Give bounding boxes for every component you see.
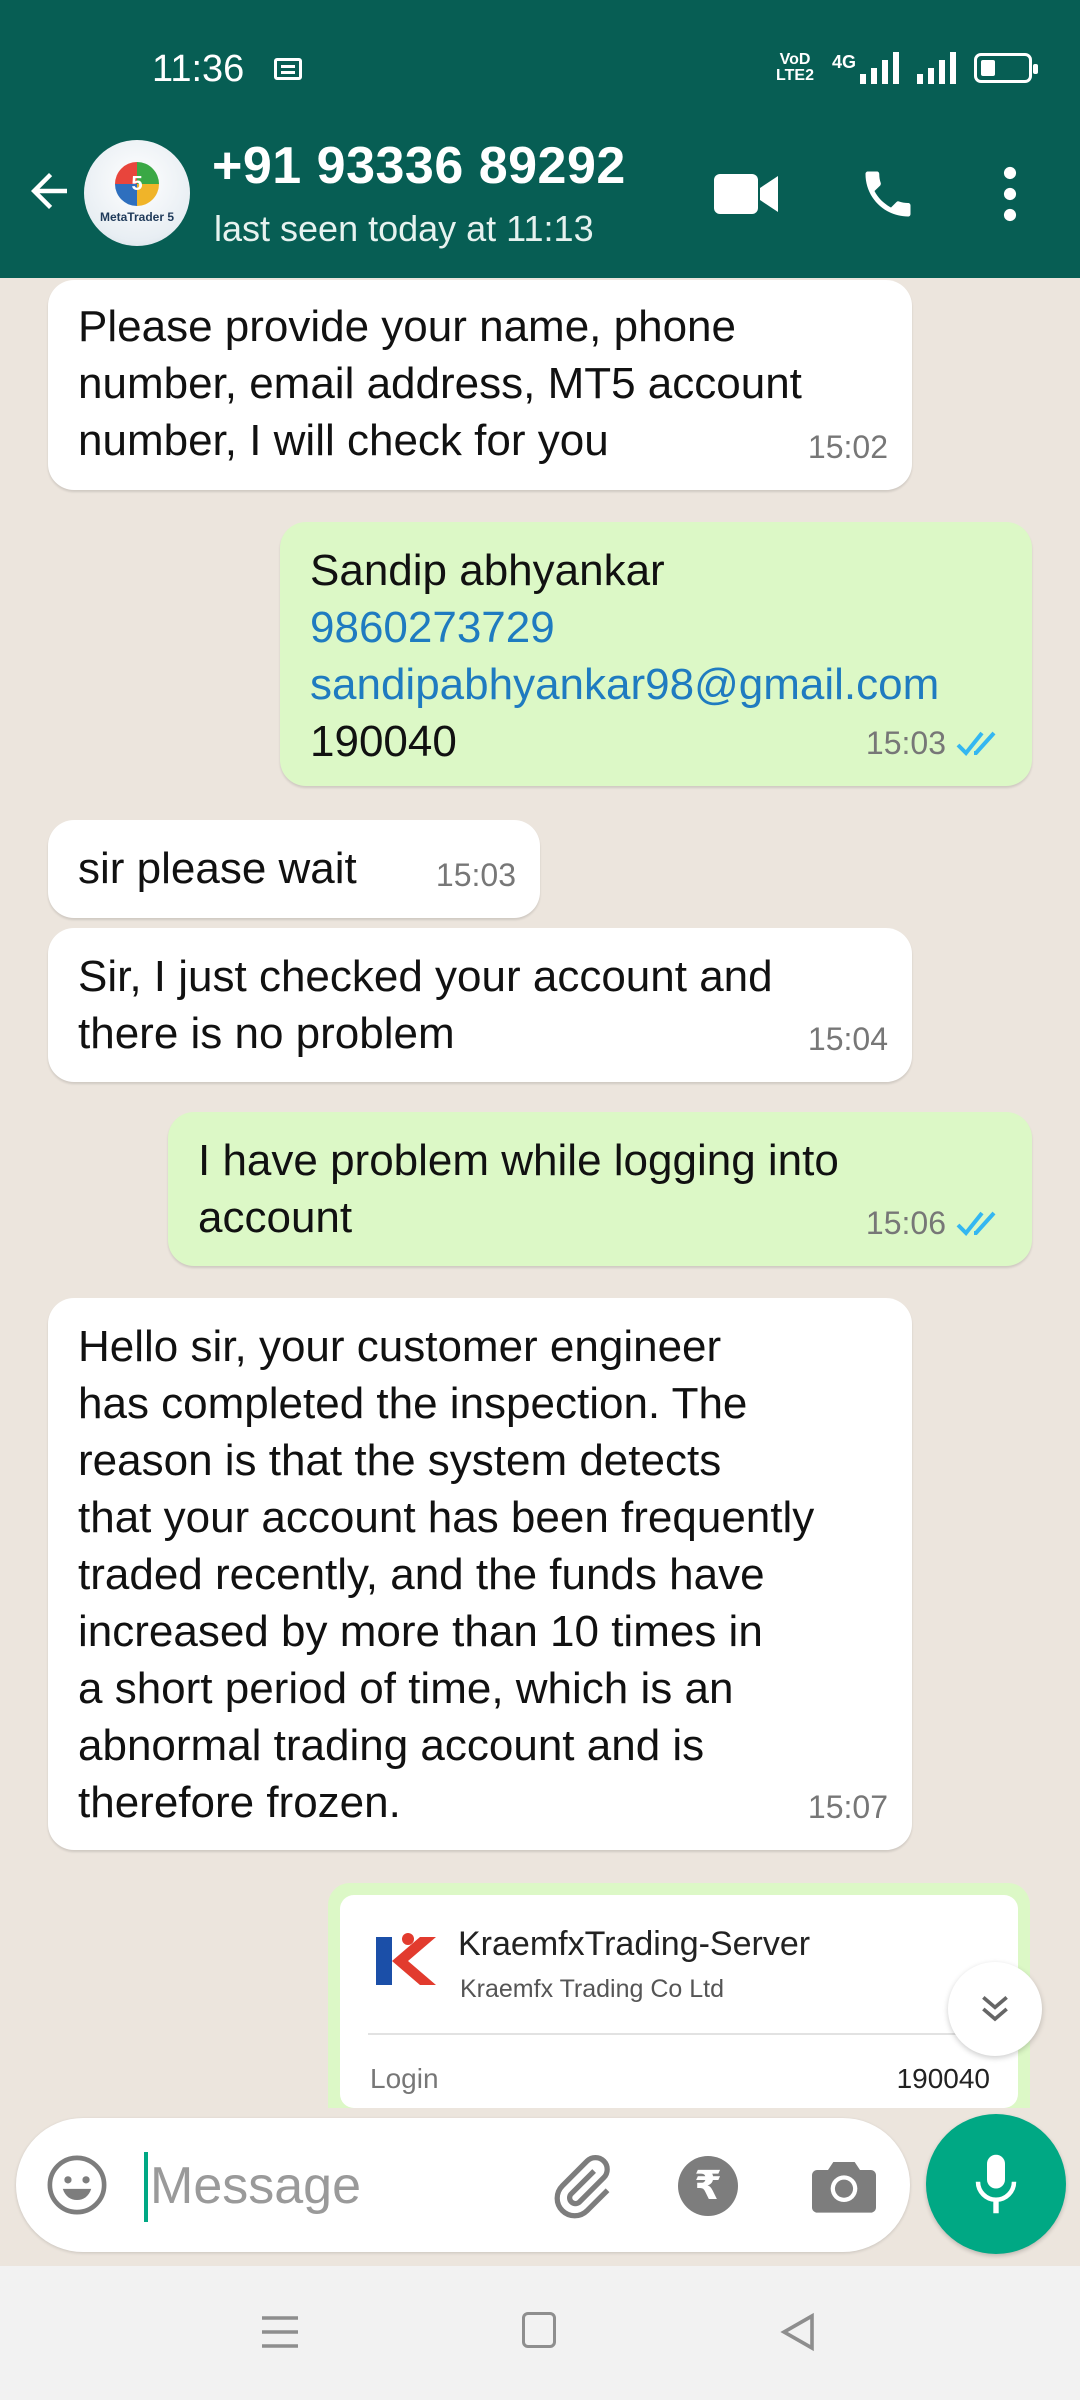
- volte-indicator: VoD LTE2: [776, 52, 814, 84]
- recent-apps-icon[interactable]: [260, 2314, 300, 2350]
- message-bubble-incoming[interactable]: Hello sir, your customer engineer has co…: [48, 1298, 912, 1850]
- message-input[interactable]: [150, 2144, 510, 2228]
- back-arrow-icon[interactable]: [22, 164, 76, 218]
- signal-icon-1: 4G: [832, 52, 899, 84]
- signal-icon-2: [917, 52, 956, 84]
- message-bubble-incoming[interactable]: sir please wait 15:03: [48, 820, 540, 918]
- card-divider: [368, 2033, 990, 2035]
- more-options-icon[interactable]: [1002, 166, 1018, 222]
- contact-avatar[interactable]: 5 MetaTrader 5: [84, 140, 190, 246]
- camera-icon[interactable]: [812, 2156, 876, 2216]
- notification-icon: [274, 58, 302, 80]
- voice-record-button[interactable]: [926, 2114, 1066, 2254]
- last-seen-status: last seen today at 11:13: [214, 208, 594, 249]
- email-link[interactable]: sandipabhyankar98@gmail.com: [310, 656, 1004, 713]
- system-navigation-bar: [0, 2266, 1080, 2400]
- read-ticks-icon: [956, 731, 996, 756]
- payment-rupee-icon[interactable]: ₹: [678, 2156, 738, 2216]
- card-title: KraemfxTrading-Server: [458, 1925, 811, 1963]
- sender-name: Sandip abhyankar: [310, 546, 665, 595]
- read-ticks-icon: [956, 1211, 996, 1236]
- account-card[interactable]: KraemfxTrading-Server Kraemfx Trading Co…: [340, 1895, 1018, 2108]
- metatrader-logo: 5: [115, 162, 159, 206]
- paperclip-icon[interactable]: [546, 2152, 616, 2222]
- message-text: Please provide your name, phone number, …: [78, 302, 802, 465]
- time-label: 15:04: [807, 1021, 888, 1057]
- message-time: 15:03: [866, 715, 1008, 772]
- home-icon[interactable]: [522, 2312, 556, 2348]
- message-time: 15:04: [808, 1011, 888, 1068]
- shared-image-bubble[interactable]: KraemfxTrading-Server Kraemfx Trading Co…: [328, 1883, 1030, 2108]
- text-caret: [144, 2152, 148, 2222]
- message-composer[interactable]: ₹: [16, 2118, 910, 2252]
- volte-line1: VoD: [779, 51, 811, 68]
- voice-call-icon[interactable]: [858, 164, 918, 224]
- time-label: 15:03: [435, 857, 516, 893]
- scroll-to-bottom-button[interactable]: [948, 1962, 1042, 2056]
- time-label: 15:06: [865, 1205, 946, 1241]
- volte-line2: LTE2: [776, 67, 814, 84]
- nav-back-icon[interactable]: [778, 2312, 818, 2352]
- phone-link[interactable]: 9860273729: [310, 599, 1004, 656]
- time-label: 15:02: [807, 429, 888, 465]
- login-value: 190040: [896, 2063, 990, 2094]
- message-time: 15:06: [866, 1195, 1008, 1252]
- message-bubble-incoming[interactable]: Sir, I just checked your account and the…: [48, 928, 912, 1082]
- login-label: Login: [370, 2063, 439, 2094]
- video-call-icon[interactable]: [714, 172, 778, 216]
- status-icons: VoD LTE2 4G: [776, 52, 1038, 84]
- time-label: 15:03: [865, 725, 946, 761]
- message-text: Sir, I just checked your account and the…: [78, 952, 773, 1058]
- double-chevron-down-icon: [982, 1995, 1008, 2022]
- time-label: 15:07: [807, 1789, 888, 1825]
- chat-header: 11:36 VoD LTE2 4G 5 MetaTrader 5 +91 933…: [0, 0, 1080, 278]
- message-bubble-outgoing[interactable]: I have problem while logging into accoun…: [168, 1112, 1032, 1266]
- battery-icon: [974, 53, 1038, 83]
- message-bubble-outgoing[interactable]: Sandip abhyankar 9860273729 sandipabhyan…: [280, 522, 1032, 786]
- message-bubble-incoming[interactable]: Please provide your name, phone number, …: [48, 280, 912, 490]
- kraemfx-logo-icon: [376, 1933, 436, 1985]
- message-time: 15:02: [808, 419, 888, 476]
- chat-area[interactable]: Please provide your name, phone number, …: [0, 278, 1080, 2108]
- status-time: 11:36: [152, 48, 245, 90]
- card-subtitle: Kraemfx Trading Co Ltd: [460, 1975, 725, 2003]
- message-text: Hello sir, your customer engineer has co…: [78, 1322, 815, 1827]
- message-time: 15:03: [436, 847, 516, 904]
- avatar-label: MetaTrader 5: [99, 210, 175, 224]
- emoji-icon[interactable]: [46, 2154, 108, 2216]
- message-time: 15:07: [808, 1779, 888, 1836]
- contact-name[interactable]: +91 93336 89292: [212, 136, 626, 196]
- network-type: 4G: [831, 52, 856, 72]
- microphone-icon: [975, 2154, 1017, 2214]
